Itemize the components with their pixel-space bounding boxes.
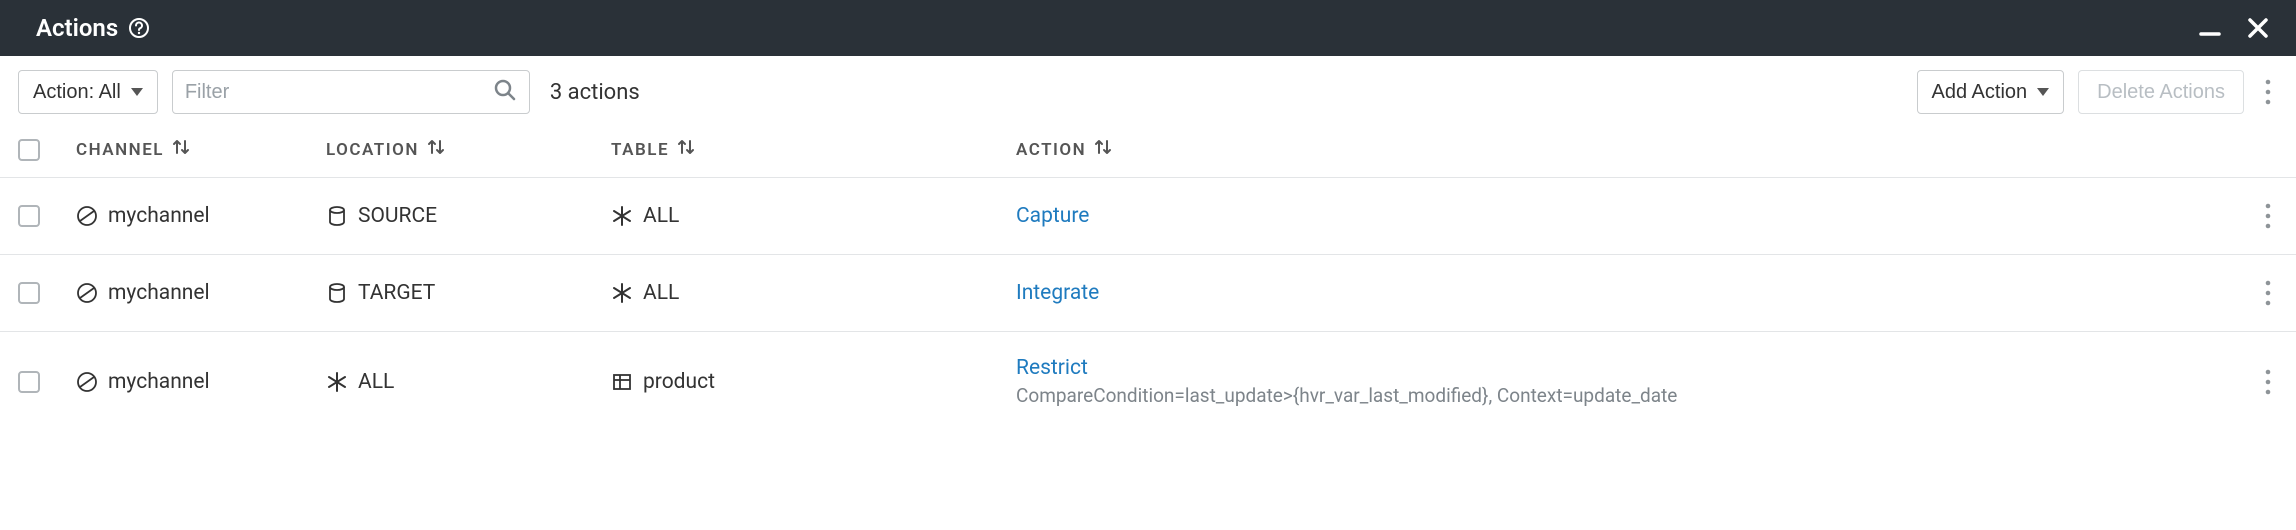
filter-input[interactable]	[185, 81, 493, 104]
sort-icon	[427, 138, 445, 161]
minimize-icon[interactable]	[2198, 16, 2222, 40]
row-more-menu[interactable]	[2258, 368, 2278, 396]
sort-icon	[677, 138, 695, 161]
row-more-menu[interactable]	[2258, 279, 2278, 307]
column-channel-label: CHANNEL	[76, 140, 164, 160]
cell-table: ALL	[611, 281, 1016, 305]
channel-icon	[76, 371, 98, 393]
toolbar-more-menu[interactable]	[2258, 78, 2278, 106]
row-checkbox[interactable]	[18, 205, 40, 227]
chevron-down-icon	[2037, 88, 2049, 96]
location-name: ALL	[358, 370, 394, 394]
table-icon	[611, 371, 633, 393]
asterisk-icon	[326, 371, 348, 393]
cell-table: ALL	[611, 204, 1016, 228]
column-location[interactable]: LOCATION	[326, 138, 611, 161]
add-action-label: Add Action	[1932, 81, 2028, 104]
actions-table: CHANNEL LOCATION TABLE ACTION mychannel S…	[0, 128, 2296, 431]
cell-location: TARGET	[326, 281, 611, 305]
cell-action: Capture	[1016, 204, 2228, 228]
action-detail: CompareCondition=last_update>{hvr_var_la…	[1016, 384, 1677, 407]
close-icon[interactable]	[2246, 16, 2270, 40]
sort-icon	[172, 138, 190, 161]
cell-location: SOURCE	[326, 204, 611, 228]
cell-action: Integrate	[1016, 281, 2228, 305]
cell-channel: mychannel	[76, 204, 326, 228]
select-all-checkbox[interactable]	[18, 139, 40, 161]
help-icon[interactable]	[128, 17, 150, 39]
asterisk-icon	[611, 282, 633, 304]
action-link[interactable]: Integrate	[1016, 281, 1099, 305]
column-action[interactable]: ACTION	[1016, 138, 2228, 161]
search-icon[interactable]	[493, 78, 517, 107]
row-checkbox[interactable]	[18, 371, 40, 393]
cell-action: Restrict CompareCondition=last_update>{hv…	[1016, 356, 2228, 407]
column-action-label: ACTION	[1016, 140, 1086, 160]
add-action-button[interactable]: Add Action	[1917, 70, 2065, 114]
channel-name: mychannel	[108, 204, 210, 228]
cell-channel: mychannel	[76, 281, 326, 305]
location-name: SOURCE	[358, 204, 437, 228]
channel-icon	[76, 205, 98, 227]
channel-icon	[76, 282, 98, 304]
table-name: ALL	[643, 281, 679, 305]
table-row: mychannel SOURCE ALL Capture	[0, 178, 2296, 255]
channel-name: mychannel	[108, 370, 210, 394]
action-filter-dropdown[interactable]: Action: All	[18, 70, 158, 114]
column-table[interactable]: TABLE	[611, 138, 1016, 161]
table-name: ALL	[643, 204, 679, 228]
table-header: CHANNEL LOCATION TABLE ACTION	[0, 128, 2296, 178]
action-filter-label: Action: All	[33, 81, 121, 104]
delete-actions-label: Delete Actions	[2097, 81, 2225, 103]
row-more-menu[interactable]	[2258, 202, 2278, 230]
table-row: mychannel TARGET ALL Integrate	[0, 255, 2296, 332]
cell-channel: mychannel	[76, 370, 326, 394]
panel-title: Actions	[36, 14, 118, 42]
toolbar: Action: All 3 actions Add Action Delete …	[0, 56, 2296, 128]
cell-table: product	[611, 370, 1016, 394]
channel-name: mychannel	[108, 281, 210, 305]
cell-location: ALL	[326, 370, 611, 394]
location-name: TARGET	[358, 281, 435, 305]
column-table-label: TABLE	[611, 140, 669, 160]
panel-header: Actions	[0, 0, 2296, 56]
database-icon	[326, 282, 348, 304]
table-name: product	[643, 370, 715, 394]
column-channel[interactable]: CHANNEL	[76, 138, 326, 161]
action-link[interactable]: Restrict	[1016, 356, 1677, 380]
table-row: mychannel ALL product Restrict CompareCondit…	[0, 332, 2296, 431]
row-checkbox[interactable]	[18, 282, 40, 304]
action-link[interactable]: Capture	[1016, 204, 1089, 228]
column-location-label: LOCATION	[326, 140, 419, 160]
sort-icon	[1094, 138, 1112, 161]
asterisk-icon	[611, 205, 633, 227]
chevron-down-icon	[131, 88, 143, 96]
filter-input-wrap[interactable]	[172, 70, 530, 114]
delete-actions-button[interactable]: Delete Actions	[2078, 70, 2244, 114]
actions-count: 3 actions	[550, 80, 640, 105]
database-icon	[326, 205, 348, 227]
